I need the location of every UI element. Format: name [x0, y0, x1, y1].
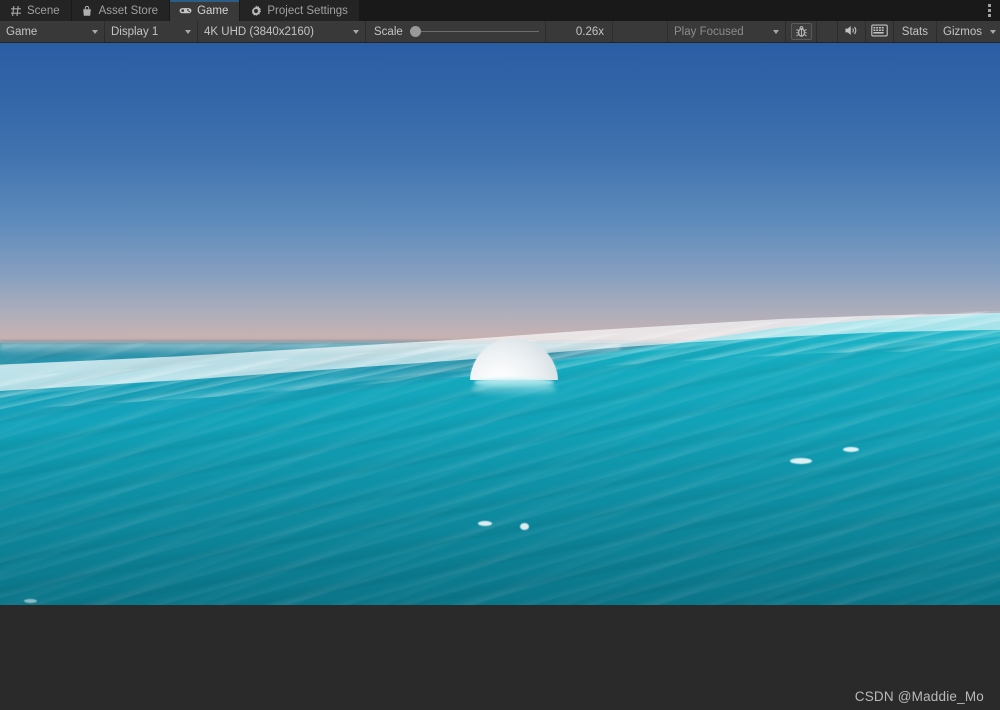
chevron-down-icon — [92, 29, 98, 34]
display-value: Display 1 — [111, 25, 159, 38]
view-mode-value: Game — [6, 25, 38, 38]
mute-audio-button[interactable] — [838, 21, 866, 42]
toolbar-gap — [613, 21, 668, 42]
stats-button[interactable]: Stats — [894, 21, 938, 42]
toolbar-spacer — [817, 21, 838, 42]
foam-speck — [478, 521, 492, 526]
gizmos-dropdown[interactable]: Gizmos — [937, 21, 1000, 42]
game-view-toolbar: Game Display 1 4K UHD (3840x2160) Scale … — [0, 21, 1000, 43]
scale-label: Scale — [374, 25, 403, 38]
shopping-bag-icon — [81, 4, 94, 17]
display-dropdown[interactable]: Display 1 — [105, 21, 198, 42]
unity-editor-window: Scene Asset Store Game Project Settings … — [0, 0, 1000, 710]
grid-icon — [9, 4, 22, 17]
tab-label: Project Settings — [267, 4, 348, 17]
play-mode-dropdown[interactable]: Play Focused — [668, 21, 786, 42]
aspect-button[interactable] — [866, 21, 894, 42]
watermark: CSDN @Maddie_Mo — [854, 689, 984, 704]
tab-bar-filler — [359, 0, 978, 21]
tab-bar: Scene Asset Store Game Project Settings — [0, 0, 1000, 21]
tab-label: Game — [197, 4, 229, 17]
resolution-value: 4K UHD (3840x2160) — [204, 25, 314, 38]
speaker-icon — [844, 24, 859, 40]
stats-label: Stats — [901, 25, 929, 38]
foam-speck — [520, 523, 529, 530]
tab-label: Asset Store — [98, 4, 159, 17]
scale-value-text: 0.26x — [575, 25, 604, 38]
foam-speck — [790, 458, 812, 464]
tab-project-settings[interactable]: Project Settings — [240, 0, 360, 21]
scale-slider[interactable] — [409, 26, 539, 38]
chevron-down-icon — [185, 29, 191, 34]
game-render-surface — [0, 43, 1000, 605]
bug-icon — [790, 23, 812, 40]
game-view-viewport[interactable]: CSDN @Maddie_Mo — [0, 43, 1000, 710]
scale-value: 0.26x — [546, 21, 613, 42]
foam-speck — [843, 447, 859, 452]
tab-game[interactable]: Game — [170, 0, 241, 21]
tab-asset-store[interactable]: Asset Store — [71, 0, 171, 21]
gamepad-icon — [179, 4, 192, 17]
slider-thumb[interactable] — [409, 26, 421, 37]
gear-icon — [249, 4, 262, 17]
grid-frame-icon — [871, 24, 888, 40]
debug-button[interactable] — [786, 21, 817, 42]
tab-label: Scene — [27, 4, 60, 17]
kebab-menu-icon[interactable] — [978, 0, 1000, 21]
chevron-down-icon — [353, 29, 359, 34]
play-mode-value: Play Focused — [674, 25, 744, 38]
sky-gradient — [0, 43, 1000, 349]
letterbox-bottom — [0, 605, 1000, 710]
sphere-waterline — [474, 378, 554, 387]
buoy-sphere — [470, 338, 558, 396]
chevron-down-icon — [990, 29, 996, 34]
chevron-down-icon — [773, 29, 779, 34]
scale-slider-group[interactable]: Scale — [366, 21, 546, 42]
gizmos-label: Gizmos — [943, 25, 982, 38]
resolution-dropdown[interactable]: 4K UHD (3840x2160) — [198, 21, 366, 42]
tab-scene[interactable]: Scene — [0, 0, 72, 21]
slider-track — [409, 31, 539, 32]
view-mode-dropdown[interactable]: Game — [0, 21, 105, 42]
foam-speck — [24, 599, 37, 603]
